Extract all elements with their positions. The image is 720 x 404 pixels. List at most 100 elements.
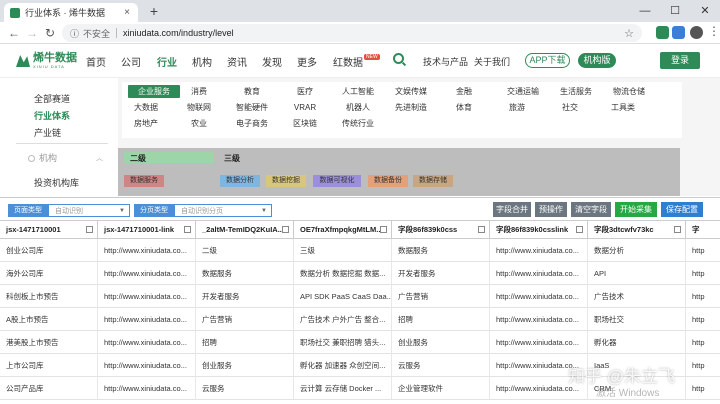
industry-medical[interactable]: 医疗 (279, 85, 331, 98)
industry-life-service[interactable]: 生活服务 (550, 85, 602, 98)
table-cell[interactable]: http://www.xiniudata.co... (98, 239, 196, 262)
table-cell[interactable]: 广告营销 (196, 308, 294, 331)
table-cell[interactable]: 招聘 (392, 308, 490, 331)
nav-news[interactable]: 资讯 (227, 54, 247, 69)
industry-tools[interactable]: 工具类 (597, 101, 649, 114)
industry-education[interactable]: 教育 (226, 85, 278, 98)
nav-more[interactable]: 更多 (297, 54, 317, 69)
column-header[interactable]: OE7fraXfmpqkgMtLM... (294, 221, 392, 239)
chip-data-service[interactable]: 数据服务 (124, 175, 164, 187)
save-config-button[interactable]: 保存配置 (661, 202, 703, 217)
table-cell[interactable]: 招聘 (196, 331, 294, 354)
chip-data-mining[interactable]: 数据挖掘 (266, 175, 306, 187)
nav-company[interactable]: 公司 (121, 54, 141, 69)
column-select-checkbox[interactable] (674, 226, 681, 233)
industry-travel[interactable]: 旅游 (491, 101, 543, 114)
start-collect-button[interactable]: 开始采集 (615, 202, 657, 217)
info-icon[interactable]: ⓘ (70, 27, 79, 40)
table-cell[interactable]: http://www.xiniudata.co... (490, 308, 588, 331)
bookmark-star-icon[interactable]: ☆ (624, 27, 634, 40)
table-cell[interactable]: API SDK PaaS CaaS Daa... (294, 285, 392, 308)
nav-home[interactable]: 首页 (86, 54, 106, 69)
address-bar[interactable]: ⓘ 不安全 xiniudata.com/industry/level ☆ (62, 24, 642, 42)
industry-smart-hardware[interactable]: 智能硬件 (226, 101, 278, 114)
column-header[interactable]: 字段86f839k0csslink (490, 221, 588, 239)
column-header[interactable]: jsx-1471710001 (0, 221, 98, 239)
chip-data-backup[interactable]: 数据备份 (368, 175, 408, 187)
industry-media[interactable]: 文娱传媒 (385, 85, 437, 98)
table-cell[interactable]: 二级 (196, 239, 294, 262)
new-tab-button[interactable]: + (146, 3, 162, 19)
browser-tab[interactable]: 行业体系 · 烯牛数据 × (4, 3, 138, 22)
table-cell[interactable]: 数据分析 (588, 239, 686, 262)
table-cell[interactable]: 云服务 (392, 354, 490, 377)
back-arrow-icon[interactable]: ← (6, 25, 22, 41)
search-icon[interactable] (393, 53, 404, 64)
nav-institution[interactable]: 机构 (192, 54, 212, 69)
table-cell[interactable]: 孵化器 加速器 众创空间... (294, 354, 392, 377)
table-cell[interactable]: 数据服务 (392, 239, 490, 262)
table-cell[interactable]: http (686, 285, 720, 308)
column-select-checkbox[interactable] (282, 226, 289, 233)
table-cell[interactable]: 数据服务 (196, 262, 294, 285)
industry-big-data[interactable]: 大数据 (120, 101, 172, 114)
table-cell[interactable]: http://www.xiniudata.co... (490, 285, 588, 308)
chip-data-storage[interactable]: 数据存储 (413, 175, 453, 187)
about-us-link[interactable]: 关于我们 (474, 55, 510, 68)
sidebar-item-investor-db[interactable]: 投资机构库 (34, 176, 79, 189)
table-cell[interactable]: http://www.xiniudata.co... (98, 285, 196, 308)
table-cell[interactable]: http://www.xiniudata.co... (98, 377, 196, 400)
table-cell[interactable]: 数据分析 数据挖掘 数据... (294, 262, 392, 285)
column-header[interactable]: 字段3dtcwfv73kc (588, 221, 686, 239)
table-cell[interactable]: http://www.xiniudata.co... (98, 308, 196, 331)
table-cell[interactable]: 海外公司库 (0, 262, 98, 285)
table-cell[interactable]: http (686, 331, 720, 354)
industry-agriculture[interactable]: 农业 (173, 117, 225, 130)
table-cell[interactable]: 开发者服务 (392, 262, 490, 285)
table-cell[interactable]: 上市公司库 (0, 354, 98, 377)
industry-vrar[interactable]: VRAR (279, 101, 331, 114)
industry-finance[interactable]: 金融 (438, 85, 490, 98)
clear-fields-button[interactable]: 清空字段 (571, 202, 611, 217)
chevron-up-icon[interactable]: ︿ (96, 153, 103, 163)
industry-logistics[interactable]: 物流仓储 (603, 85, 655, 98)
table-cell[interactable]: http (686, 377, 720, 400)
app-download-button[interactable]: APP下载 (525, 53, 570, 68)
forward-arrow-icon[interactable]: → (24, 25, 40, 41)
merge-fields-button[interactable]: 字段合并 (493, 202, 531, 217)
column-header[interactable]: 字段86f839k0css (392, 221, 490, 239)
column-select-checkbox[interactable] (86, 226, 93, 233)
table-cell[interactable]: http (686, 262, 720, 285)
industry-social[interactable]: 社交 (544, 101, 596, 114)
column-select-checkbox[interactable] (478, 226, 485, 233)
extension-icon[interactable] (656, 26, 669, 39)
table-cell[interactable]: 创业服务 (196, 354, 294, 377)
chip-data-visualization[interactable]: 数据可视化 (313, 175, 361, 187)
table-cell[interactable]: 云计算 云存储 Docker ... (294, 377, 392, 400)
industry-robot[interactable]: 机器人 (332, 101, 384, 114)
column-header[interactable]: _2altM-TemIDQ2KuIA... (196, 221, 294, 239)
table-cell[interactable]: http (686, 354, 720, 377)
industry-traditional[interactable]: 传统行业 (332, 117, 384, 130)
paging-type-select[interactable]: 自动识别分页 ▼ (174, 204, 272, 217)
industry-ecommerce[interactable]: 电子商务 (226, 117, 278, 130)
table-cell[interactable]: http://www.xiniudata.co... (490, 239, 588, 262)
industry-sports[interactable]: 体育 (438, 101, 490, 114)
table-cell[interactable]: API (588, 262, 686, 285)
tech-products-link[interactable]: 技术与产品 (423, 55, 468, 68)
table-cell[interactable]: 孵化器 (588, 331, 686, 354)
pre-operation-button[interactable]: 预操作 (535, 202, 567, 217)
industry-ai[interactable]: 人工智能 (332, 85, 384, 98)
column-select-checkbox[interactable] (184, 226, 191, 233)
industry-transport[interactable]: 交通运输 (497, 85, 549, 98)
sidebar-item-all-tracks[interactable]: 全部赛道 (34, 92, 70, 105)
column-select-checkbox[interactable] (576, 226, 583, 233)
table-cell[interactable]: 企业管理软件 (392, 377, 490, 400)
sidebar-group-institution[interactable]: 机构 (28, 151, 57, 164)
table-cell[interactable]: 三级 (294, 239, 392, 262)
table-cell[interactable]: http (686, 239, 720, 262)
table-cell[interactable]: http://www.xiniudata.co... (98, 354, 196, 377)
column-header[interactable]: jsx-1471710001-link (98, 221, 196, 239)
column-select-checkbox[interactable] (380, 226, 387, 233)
window-restore-button[interactable]: ☐ (660, 0, 690, 22)
